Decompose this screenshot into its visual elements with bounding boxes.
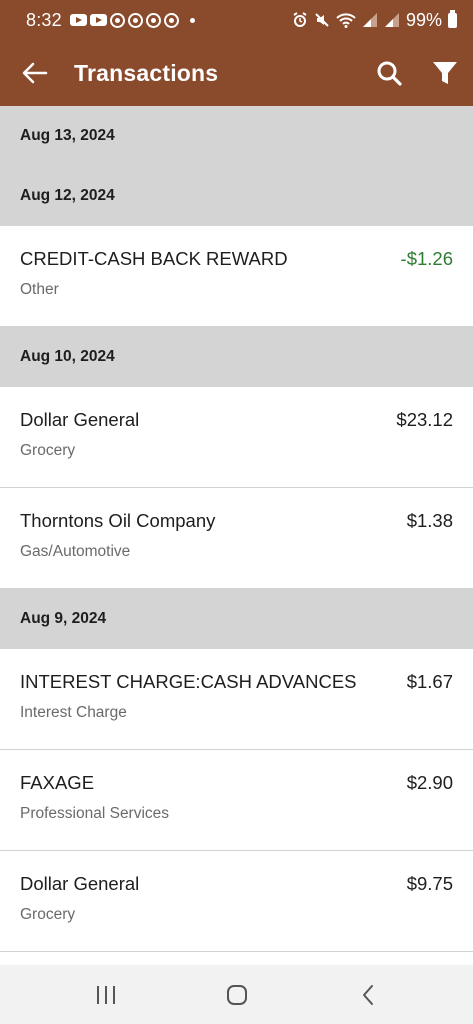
chrome-icon xyxy=(127,12,143,28)
transaction-amount: $23.12 xyxy=(396,409,453,430)
date-header: Aug 10, 2024 xyxy=(0,327,473,387)
date-header: Aug 13, 2024 xyxy=(0,106,473,166)
signal-icon xyxy=(384,13,399,27)
transaction-category: Gas/Automotive xyxy=(20,543,131,560)
date-header: Aug 12, 2024 xyxy=(0,166,473,226)
mute-icon xyxy=(315,13,329,27)
transaction-merchant: INTEREST CHARGE:CASH ADVANCES xyxy=(20,671,357,692)
transaction-row[interactable]: Dollar General Grocery $9.75 xyxy=(0,851,473,952)
recent-apps-icon xyxy=(96,985,115,1004)
youtube-icon xyxy=(89,14,107,26)
system-nav-bar xyxy=(0,965,473,1024)
chrome-icon xyxy=(163,12,179,28)
battery-icon xyxy=(448,9,457,28)
back-arrow-icon xyxy=(22,62,48,84)
transaction-merchant: Thorntons Oil Company xyxy=(20,510,216,531)
transaction-row[interactable]: CREDIT-CASH BACK REWARD Other -$1.26 xyxy=(0,226,473,327)
battery-percent: 99% xyxy=(405,9,442,30)
alarm-icon xyxy=(293,12,307,27)
transaction-row[interactable]: FAXAGE Professional Services $2.90 xyxy=(0,750,473,851)
transaction-category: Grocery xyxy=(20,442,76,459)
signal-icon xyxy=(362,13,377,27)
status-time: 8:32 xyxy=(26,9,62,30)
back-button[interactable] xyxy=(0,40,70,106)
notification-icons xyxy=(69,12,195,28)
transaction-amount: $9.75 xyxy=(406,873,453,894)
filter-button[interactable] xyxy=(417,40,473,106)
back-nav-button[interactable] xyxy=(338,970,398,1020)
app-bar: Transactions xyxy=(0,40,473,106)
date-header: Aug 9, 2024 xyxy=(0,589,473,649)
transaction-merchant: Dollar General xyxy=(20,873,140,894)
filter-icon xyxy=(433,62,457,84)
transaction-category: Professional Services xyxy=(20,805,170,822)
more-notifications-dot-icon xyxy=(189,17,195,23)
chrome-icon xyxy=(145,12,161,28)
app-bar-actions xyxy=(361,40,473,106)
transaction-merchant: CREDIT-CASH BACK REWARD xyxy=(20,248,288,269)
transaction-amount: $1.67 xyxy=(406,671,453,692)
page-title: Transactions xyxy=(74,59,219,86)
transaction-row[interactable]: Thorntons Oil Company Gas/Automotive $1.… xyxy=(0,488,473,589)
status-bar: 8:32 99% xyxy=(0,0,473,40)
transaction-category: Grocery xyxy=(20,906,76,923)
transactions-list: Aug 13, 2024 Aug 12, 2024 CREDIT-CASH BA… xyxy=(0,106,473,952)
transaction-row[interactable]: Dollar General Grocery $23.12 xyxy=(0,387,473,488)
home-button[interactable] xyxy=(207,970,267,1020)
search-button[interactable] xyxy=(361,40,417,106)
wifi-icon xyxy=(336,13,356,28)
transaction-category: Other xyxy=(20,281,59,298)
transaction-amount: $1.38 xyxy=(406,510,453,531)
system-status-icons: 99% xyxy=(292,9,457,31)
youtube-icon xyxy=(69,14,87,26)
recent-apps-button[interactable] xyxy=(76,970,136,1020)
transaction-amount: -$1.26 xyxy=(400,248,453,269)
transaction-merchant: FAXAGE xyxy=(20,772,95,793)
transaction-category: Interest Charge xyxy=(20,704,127,721)
home-icon xyxy=(226,984,247,1005)
search-icon xyxy=(377,61,402,86)
chrome-icon xyxy=(109,12,125,28)
chevron-left-icon xyxy=(362,984,373,1005)
transaction-amount: $2.90 xyxy=(406,772,453,793)
transaction-row[interactable]: INTEREST CHARGE:CASH ADVANCES Interest C… xyxy=(0,649,473,750)
transaction-merchant: Dollar General xyxy=(20,409,140,430)
